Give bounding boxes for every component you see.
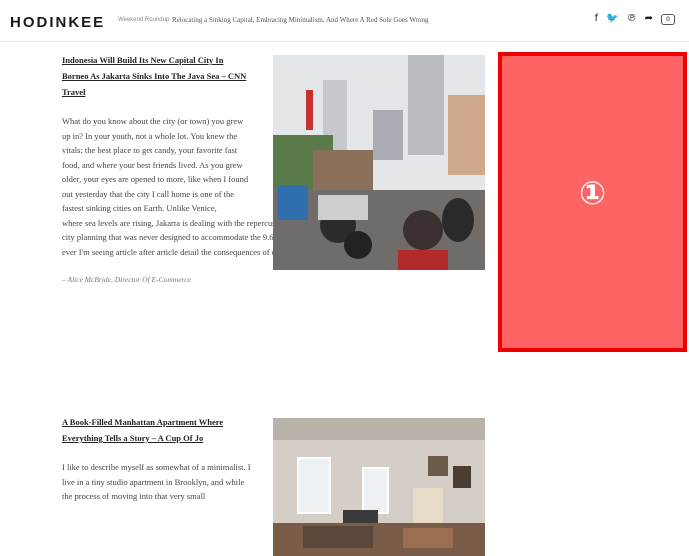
twitter-icon[interactable]: 🐦 [606, 12, 618, 26]
article-title-link[interactable]: Indonesia Will Build Its New Capital Cit… [62, 52, 247, 100]
facebook-icon[interactable]: f [595, 12, 599, 26]
headline-label: Weekend Roundup [118, 17, 170, 23]
apartment-interior-photo [273, 418, 485, 556]
article-title-link[interactable]: A Book-Filled Manhattan Apartment Where … [62, 414, 247, 446]
comment-icon[interactable]: 0 [661, 13, 675, 25]
share-icon[interactable]: ➦ [645, 12, 653, 26]
article-body-narrow: What do you know about the city (or town… [62, 116, 249, 213]
ad-number-label: ① [578, 174, 607, 212]
ad-placeholder[interactable]: ① [498, 52, 687, 352]
jakarta-street-photo [273, 55, 485, 270]
top-bar: HODINKEE Weekend Roundup Relocating a Si… [0, 0, 689, 42]
page-headline: Relocating a Sinking Capital, Embracing … [172, 16, 429, 24]
share-bar: f 🐦 ℗ ➦ 0 [595, 12, 675, 26]
hodinkee-logo[interactable]: HODINKEE [10, 14, 105, 31]
article-body-narrow: I like to describe myself as somewhat of… [62, 462, 251, 501]
article-credit: – Alice McBride, Director Of E-Commerce [62, 275, 191, 284]
pinterest-icon[interactable]: ℗ [627, 12, 637, 26]
